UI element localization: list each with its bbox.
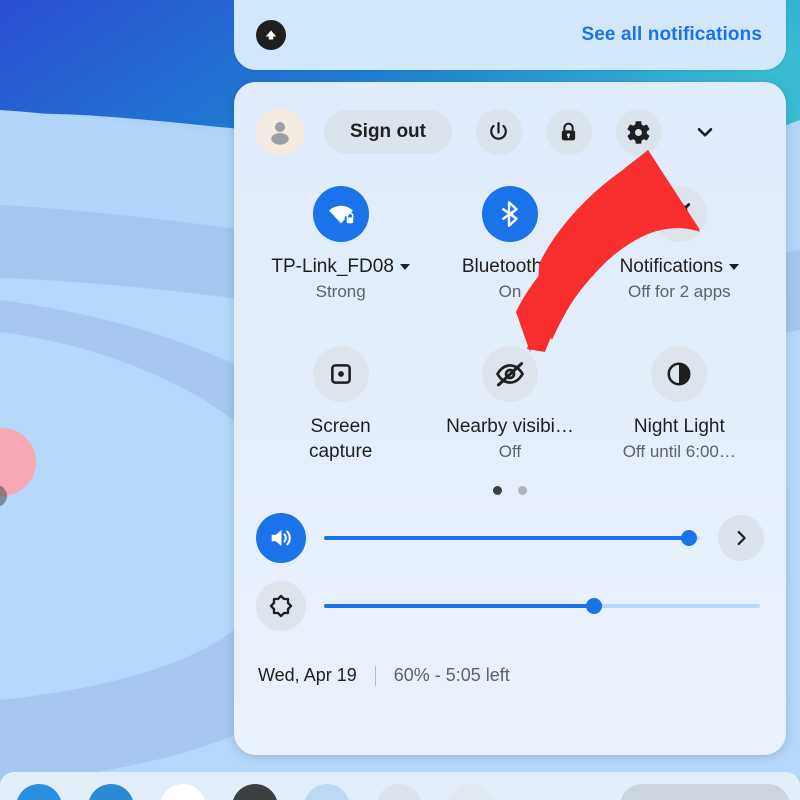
- tile-wifi[interactable]: TP-Link_FD08 Strong: [256, 186, 425, 304]
- power-button[interactable]: [475, 109, 522, 155]
- quick-settings-footer: Wed, Apr 19 60% - 5:05 left: [256, 665, 764, 686]
- avatar[interactable]: [256, 108, 304, 156]
- bluetooth-icon: [481, 186, 538, 242]
- tile-sublabel: On: [498, 282, 522, 301]
- page-dot-1[interactable]: [493, 486, 502, 495]
- shelf-apps: [0, 784, 520, 800]
- volume-slider-row: [256, 513, 764, 563]
- volume-slider[interactable]: [324, 528, 700, 548]
- tile-sublabel: Off: [498, 442, 522, 461]
- shelf-app-icon[interactable]: [16, 784, 62, 800]
- brightness-knob[interactable]: [586, 598, 603, 614]
- shelf: [0, 772, 800, 800]
- tile-label-text: TP-Link_FD08: [271, 256, 394, 277]
- sign-out-button[interactable]: Sign out: [324, 110, 452, 154]
- brightness-icon[interactable]: [256, 581, 306, 631]
- volume-next-button[interactable]: [718, 515, 764, 561]
- notification-strip[interactable]: See all notifications: [234, 0, 786, 70]
- tile-sublabel: Off for 2 apps: [627, 282, 731, 301]
- chevron-down-icon[interactable]: [729, 263, 740, 270]
- tile-nearby-visibility[interactable]: Nearby visibi… Off: [425, 346, 594, 464]
- nearby-visibility-off-icon: [481, 346, 538, 402]
- quick-settings-header: Sign out: [256, 100, 764, 164]
- chevron-down-icon[interactable]: [688, 115, 722, 149]
- shelf-app-icon[interactable]: [304, 784, 350, 800]
- tile-notifications[interactable]: Notifications Off for 2 apps: [595, 186, 764, 304]
- tile-label: Bluetooth: [461, 254, 559, 279]
- tile-label: Nearby visibi…: [446, 416, 574, 437]
- date-label[interactable]: Wed, Apr 19: [258, 665, 357, 686]
- tile-label: Night Light: [633, 416, 725, 437]
- night-light-icon: [651, 346, 708, 402]
- wifi-locked-icon: [312, 186, 369, 242]
- chevron-down-icon[interactable]: [399, 263, 410, 270]
- volume-track-fill: [324, 536, 689, 540]
- footer-divider: [374, 665, 376, 686]
- notifications-off-icon: [651, 186, 708, 242]
- quick-settings-panel: Sign out TP-Link_FD08 Strong Bluetooth O…: [234, 82, 786, 755]
- shelf-app-icon[interactable]: [448, 784, 494, 800]
- tile-label-text: Bluetooth: [461, 256, 543, 277]
- tile-label: TP-Link_FD08: [271, 254, 410, 279]
- volume-up-icon[interactable]: [256, 513, 306, 563]
- shelf-app-icon[interactable]: [88, 784, 134, 800]
- shelf-status-tray[interactable]: [620, 784, 790, 800]
- brightness-slider-row: [256, 581, 764, 631]
- see-all-notifications-link[interactable]: See all notifications: [581, 24, 762, 46]
- lock-button[interactable]: [545, 109, 592, 155]
- settings-button[interactable]: [615, 109, 662, 155]
- tile-screen-capture[interactable]: Screen capture: [256, 346, 425, 464]
- chromeos-desktop: See all notifications Sign out TP-Link_F…: [0, 0, 800, 800]
- brightness-track-fill: [324, 604, 595, 608]
- screen-capture-icon: [312, 346, 369, 402]
- battery-status-label[interactable]: 60% - 5:05 left: [394, 665, 510, 686]
- tile-sublabel: Off until 6:00…: [622, 442, 736, 461]
- page-dot-2[interactable]: [518, 486, 527, 495]
- feature-tiles-row-1: TP-Link_FD08 Strong Bluetooth On Notific…: [256, 186, 764, 304]
- tile-label: Screen capture: [308, 416, 373, 462]
- feature-tiles-row-2: Screen capture Nearby visibi… Off Night …: [256, 346, 764, 464]
- tile-night-light[interactable]: Night Light Off until 6:00…: [595, 346, 764, 464]
- brightness-slider[interactable]: [324, 596, 760, 616]
- tile-bluetooth[interactable]: Bluetooth On: [425, 186, 594, 304]
- volume-knob[interactable]: [680, 530, 697, 546]
- pagination-dots[interactable]: [256, 486, 764, 495]
- shelf-app-icon[interactable]: [232, 784, 278, 800]
- shelf-app-icon[interactable]: [160, 784, 206, 800]
- chevron-down-icon[interactable]: [548, 263, 559, 270]
- tile-label: Notifications: [620, 254, 740, 279]
- tile-sublabel: Strong: [315, 282, 366, 301]
- tile-label-text: Notifications: [619, 256, 724, 277]
- arrow-up-circle-icon[interactable]: [256, 20, 286, 50]
- shelf-app-icon[interactable]: [376, 784, 422, 800]
